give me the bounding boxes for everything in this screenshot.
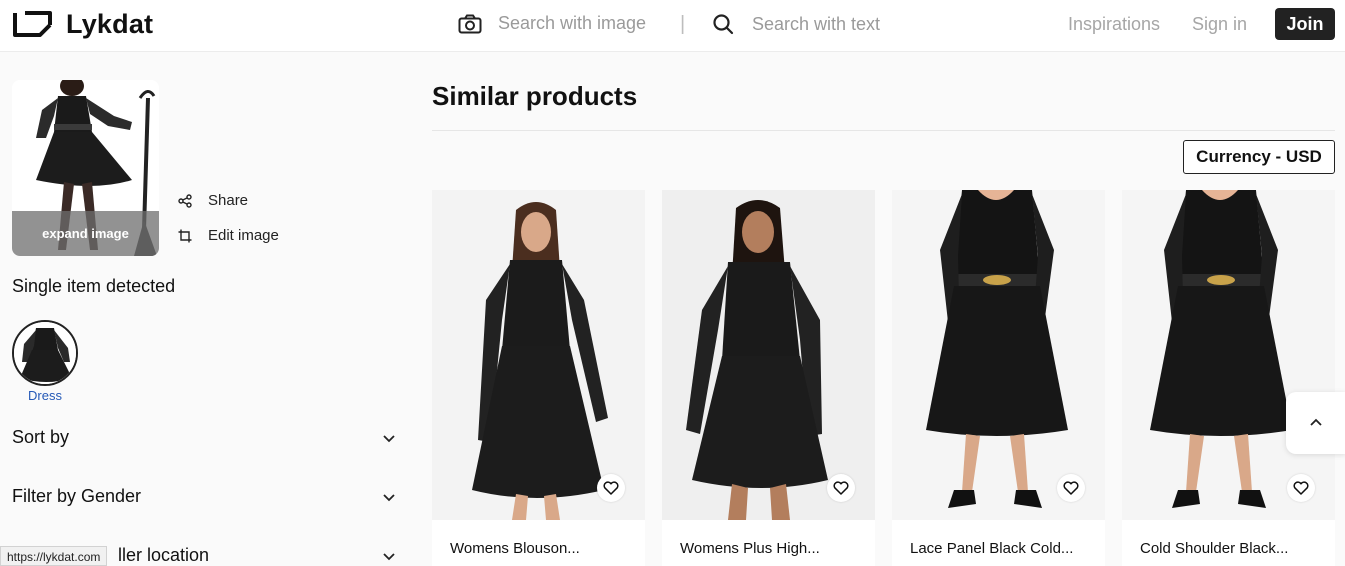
currency-button[interactable]: Currency - USD <box>1183 140 1335 174</box>
heart-icon <box>603 481 619 495</box>
favorite-button[interactable] <box>597 474 625 502</box>
edit-image-action[interactable]: Edit image <box>178 218 279 253</box>
nav-inspirations[interactable]: Inspirations <box>1068 14 1160 35</box>
product-card[interactable]: Womens Blouson... <box>432 190 645 566</box>
camera-icon <box>458 14 482 33</box>
status-bar-url: https://lykdat.com <box>0 546 108 566</box>
chevron-down-icon <box>383 434 395 442</box>
chevron-up-icon <box>1310 418 1322 426</box>
search-text-placeholder: Search with text <box>752 13 881 34</box>
sort-by-label: Sort by <box>12 427 70 447</box>
nav-sign-in[interactable]: Sign in <box>1192 14 1247 35</box>
heart-icon <box>833 481 849 495</box>
filter-gender-dropdown[interactable]: Filter by Gender <box>12 486 396 507</box>
search-separator: | <box>680 13 686 35</box>
chevron-down-icon <box>383 493 395 501</box>
page-title: Similar products <box>432 81 638 111</box>
lykdat-logo-icon <box>13 10 52 37</box>
join-button[interactable]: Join <box>1275 8 1335 40</box>
chevron-down-icon <box>383 552 395 560</box>
product-title[interactable]: Lace Panel Black Cold... <box>910 540 1073 557</box>
favorite-button[interactable] <box>1057 474 1085 502</box>
logo[interactable]: Lykdat <box>12 9 153 40</box>
dress-crop-image <box>14 322 76 384</box>
product-title[interactable]: Womens Blouson... <box>450 540 580 557</box>
detected-item-dress[interactable] <box>12 320 78 386</box>
share-icon <box>178 193 192 208</box>
product-photo-2 <box>662 190 875 520</box>
image-actions: Share Edit image <box>178 183 279 253</box>
sort-by-dropdown[interactable]: Sort by <box>12 427 396 448</box>
title-divider <box>432 130 1335 131</box>
query-image-thumbnail[interactable]: expand image <box>12 80 159 256</box>
product-photo-3 <box>892 190 1105 520</box>
favorite-button[interactable] <box>1287 474 1315 502</box>
favorite-button[interactable] <box>827 474 855 502</box>
edit-image-label: Edit image <box>208 227 279 244</box>
heart-icon <box>1293 481 1309 495</box>
product-photo-4 <box>1122 190 1335 520</box>
product-card[interactable]: Cold Shoulder Black... <box>1122 190 1335 566</box>
search-icon <box>713 14 734 35</box>
product-card[interactable]: Womens Plus High... <box>662 190 875 566</box>
filter-gender-label: Filter by Gender <box>12 486 142 506</box>
product-image[interactable] <box>1122 190 1335 520</box>
product-photo-1 <box>432 190 645 520</box>
product-image[interactable] <box>892 190 1105 520</box>
search-with-text[interactable]: Search with text <box>712 13 880 35</box>
share-label: Share <box>208 192 249 209</box>
share-action[interactable]: Share <box>178 183 279 218</box>
logo-text: Lykdat <box>66 9 154 39</box>
product-title[interactable]: Womens Plus High... <box>680 540 820 557</box>
search-image-placeholder: Search with image <box>498 13 647 33</box>
heart-icon <box>1063 481 1079 495</box>
expand-image-button[interactable]: expand image <box>12 211 159 256</box>
scroll-to-top-button[interactable] <box>1286 392 1345 454</box>
product-image[interactable] <box>432 190 645 520</box>
product-title[interactable]: Cold Shoulder Black... <box>1140 540 1288 557</box>
top-header: Lykdat Search with image | Search with t… <box>0 0 1345 52</box>
crop-icon <box>178 229 192 242</box>
product-image[interactable] <box>662 190 875 520</box>
search-with-image[interactable]: Search with image <box>458 13 646 34</box>
detected-items-label: Single item detected <box>12 276 176 296</box>
detected-item-label[interactable]: Dress <box>12 388 78 403</box>
product-card[interactable]: Lace Panel Black Cold... <box>892 190 1105 566</box>
